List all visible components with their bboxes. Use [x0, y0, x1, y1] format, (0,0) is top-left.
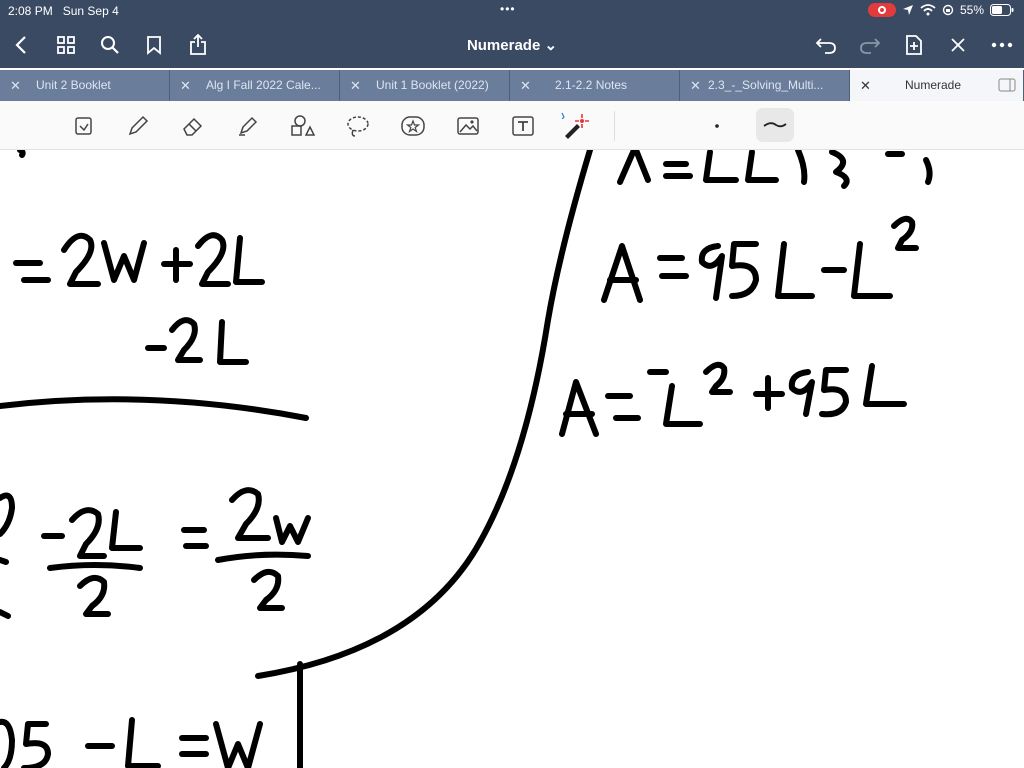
add-page-icon[interactable]	[901, 32, 927, 58]
tab-close-icon[interactable]: ✕	[690, 78, 701, 94]
tab-close-icon[interactable]: ✕	[180, 78, 191, 94]
nav-bar: Numerade ⌄	[0, 22, 1024, 68]
redo-icon[interactable]	[857, 32, 883, 58]
undo-icon[interactable]	[813, 32, 839, 58]
battery-percent: 55%	[959, 3, 984, 17]
tab-close-icon[interactable]: ✕	[10, 78, 21, 94]
tab-numerade[interactable]: ✕ Numerade	[850, 70, 1024, 101]
drawing-toolbar	[0, 101, 1024, 150]
tab-bar: ✕ Unit 2 Booklet ✕ Alg I Fall 2022 Cale...…	[0, 70, 1024, 101]
handwriting-canvas[interactable]	[0, 150, 1024, 768]
wifi-icon	[920, 4, 936, 16]
eraser-icon[interactable]	[178, 111, 208, 141]
screen-record-icon[interactable]	[867, 3, 896, 17]
sidebar-toggle-icon[interactable]	[998, 78, 1016, 92]
battery-icon	[990, 4, 1014, 16]
tab-alg-calendar[interactable]: ✕ Alg I Fall 2022 Cale...	[170, 70, 340, 101]
multitask-dots[interactable]: •••	[500, 2, 516, 16]
laser-pointer-icon[interactable]	[560, 111, 590, 141]
tab-close-icon[interactable]: ✕	[520, 78, 531, 94]
status-indicators: 55%	[867, 3, 1014, 17]
status-time: 2:08 PM Sun Sep 4	[8, 4, 119, 18]
tab-unit-1-booklet[interactable]: ✕ Unit 1 Booklet (2022)	[340, 70, 510, 101]
tab-unit-2-booklet[interactable]: ✕ Unit 2 Booklet	[0, 70, 170, 101]
text-tool-icon[interactable]	[508, 111, 538, 141]
tab-close-icon[interactable]: ✕	[350, 78, 361, 94]
tab-close-icon[interactable]: ✕	[860, 78, 871, 94]
page-view-icon[interactable]	[68, 111, 98, 141]
sticker-icon[interactable]	[398, 111, 428, 141]
highlighter-icon[interactable]	[233, 111, 263, 141]
lasso-icon[interactable]	[343, 111, 373, 141]
shapes-icon[interactable]	[288, 111, 318, 141]
close-icon[interactable]	[945, 32, 971, 58]
location-icon	[902, 5, 913, 15]
pen-icon[interactable]	[123, 111, 153, 141]
stroke-size-dot-icon[interactable]	[702, 111, 732, 141]
tab-solving-multi[interactable]: ✕ 2.3_-_Solving_Multi...	[680, 70, 850, 101]
orientation-lock-icon	[942, 4, 954, 16]
stroke-style-icon[interactable]	[756, 108, 794, 142]
tab-notes[interactable]: ✕ 2.1-2.2 Notes	[510, 70, 680, 101]
toolbar-divider	[614, 111, 615, 141]
status-bar: 2:08 PM Sun Sep 4 ••• 55%	[0, 0, 1024, 22]
more-icon[interactable]	[989, 32, 1015, 58]
image-icon[interactable]	[453, 111, 483, 141]
